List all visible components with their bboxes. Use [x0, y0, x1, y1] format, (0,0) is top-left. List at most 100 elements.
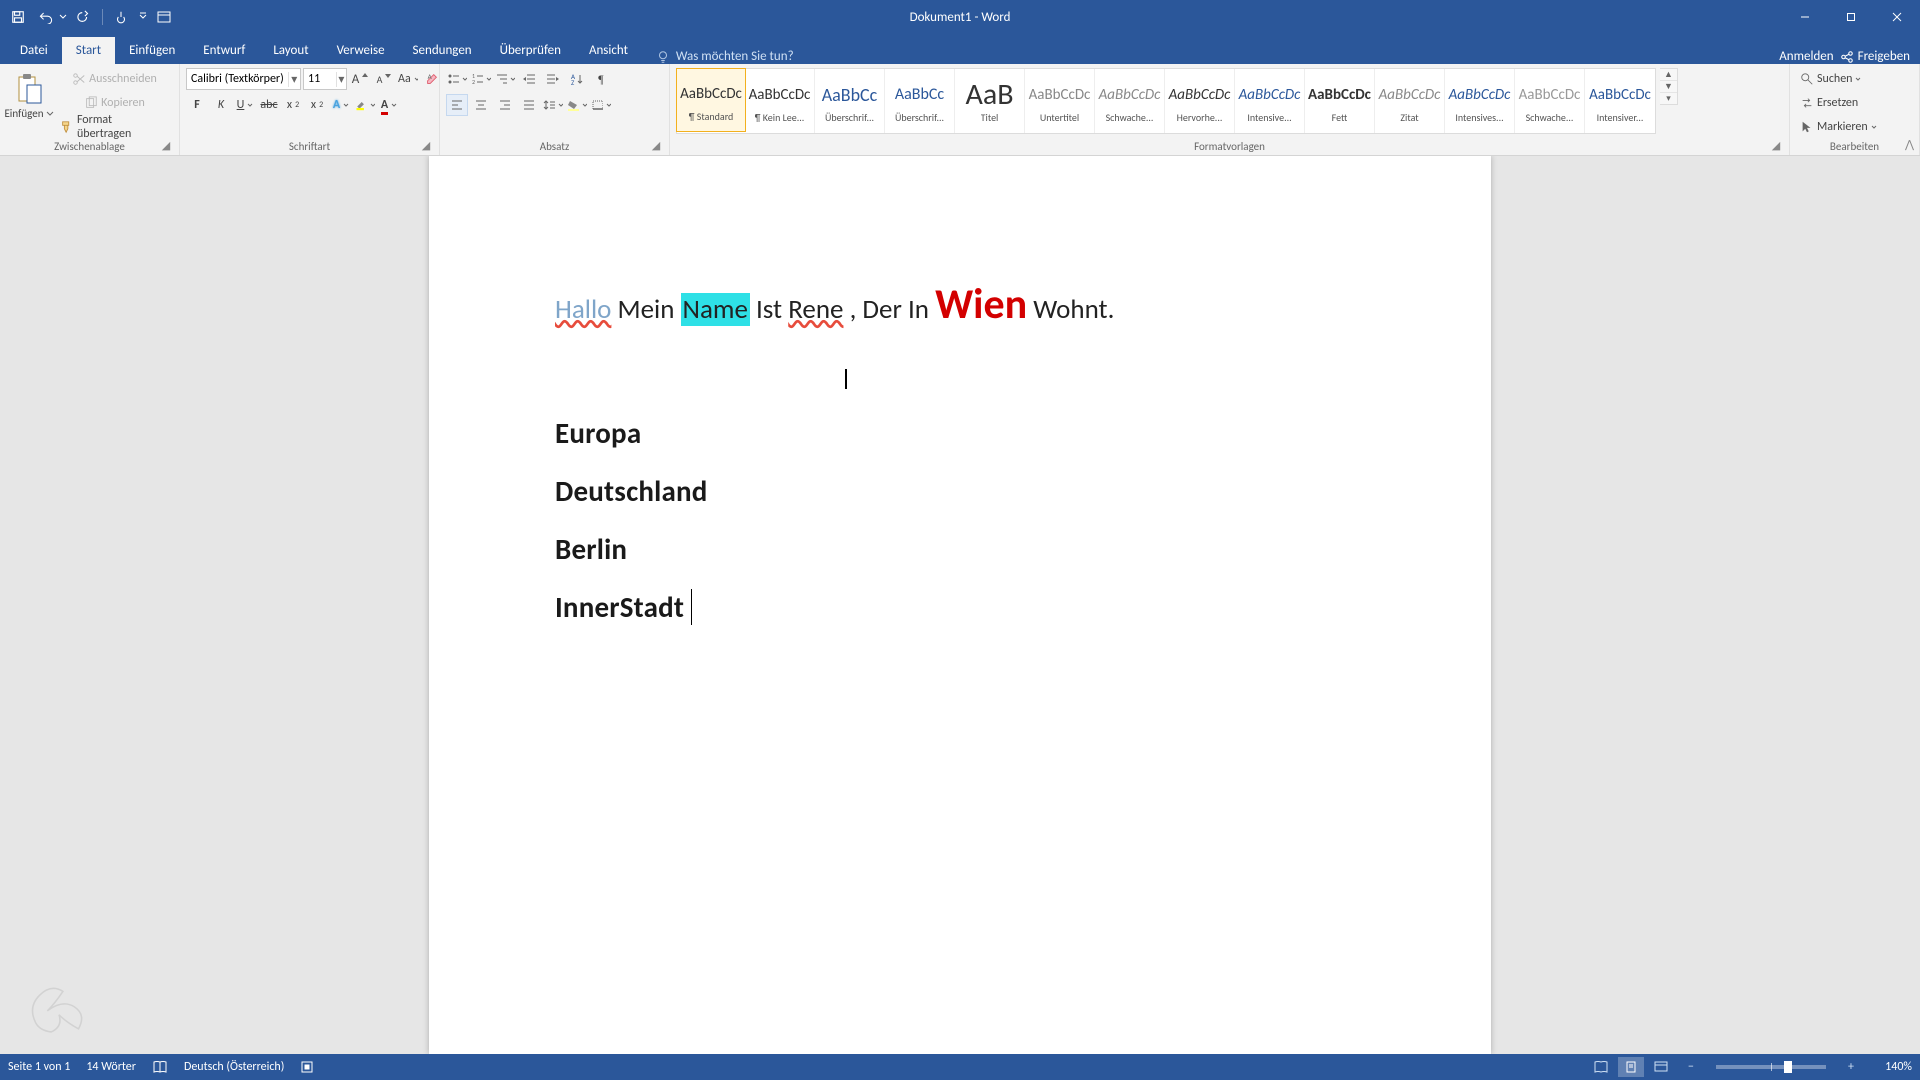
touch-mode-button[interactable] [109, 5, 133, 29]
document-workspace[interactable]: Hallo Mein Name Ist Rene , Der In Wien W… [0, 156, 1920, 1054]
font-dialog-launcher[interactable]: ◢ [419, 138, 433, 152]
style-item-2[interactable]: AaBbCcÜberschrif... [815, 69, 885, 133]
cut-button[interactable]: Ausschneiden [56, 68, 173, 90]
font-name-combo[interactable]: ▾ [186, 68, 301, 90]
style-scroll-down[interactable]: ▼ [1660, 81, 1677, 93]
grow-font-button[interactable]: A [349, 68, 371, 90]
shrink-font-button[interactable]: A [373, 68, 395, 90]
tab-mailings[interactable]: Sendungen [399, 37, 486, 64]
style-item-8[interactable]: AaBbCcDcIntensive... [1235, 69, 1305, 133]
maximize-button[interactable] [1828, 0, 1874, 34]
numbering-button[interactable]: 12 [470, 68, 492, 90]
sign-in-link[interactable]: Anmelden [1779, 49, 1833, 64]
text-effects-button[interactable]: A [330, 94, 352, 116]
sort-button[interactable]: AZ [566, 68, 588, 90]
tab-design[interactable]: Entwurf [189, 37, 259, 64]
show-marks-button[interactable]: ¶ [590, 68, 612, 90]
justify-button[interactable] [518, 94, 540, 116]
heading-europa[interactable]: Europa [555, 415, 1365, 451]
italic-button[interactable]: K [210, 94, 232, 116]
word-name-highlighted[interactable]: Name [681, 293, 750, 326]
align-right-button[interactable] [494, 94, 516, 116]
word-in[interactable]: In [908, 293, 929, 326]
style-item-11[interactable]: AaBbCcDcIntensives... [1445, 69, 1515, 133]
heading-innerstadt[interactable]: InnerStadt [555, 589, 1365, 625]
style-item-10[interactable]: AaBbCcDcZitat [1375, 69, 1445, 133]
font-name-input[interactable] [187, 69, 288, 89]
align-center-button[interactable] [470, 94, 492, 116]
style-item-12[interactable]: AaBbCcDcSchwache... [1515, 69, 1585, 133]
strikethrough-button[interactable]: abc [258, 94, 280, 116]
clipboard-dialog-launcher[interactable]: ◢ [159, 138, 173, 152]
format-painter-button[interactable]: Format übertragen [56, 116, 173, 138]
select-button[interactable]: Markieren [1796, 116, 1881, 138]
align-left-button[interactable] [446, 94, 468, 116]
paste-button[interactable]: Einfügen [6, 68, 52, 134]
style-item-0[interactable]: AaBbCcDc¶ Standard [676, 68, 746, 132]
increase-indent-button[interactable] [542, 68, 564, 90]
heading-berlin[interactable]: Berlin [555, 531, 1365, 567]
bold-button[interactable]: F [186, 94, 208, 116]
tab-layout[interactable]: Layout [259, 37, 322, 64]
redo-button[interactable] [72, 5, 96, 29]
undo-button[interactable] [34, 5, 58, 29]
tab-file[interactable]: Datei [6, 37, 62, 64]
font-color-button[interactable]: A [378, 94, 400, 116]
word-rene[interactable]: Rene [788, 293, 843, 326]
word-hallo[interactable]: Hallo [555, 293, 611, 326]
line-spacing-button[interactable] [542, 94, 564, 116]
decrease-indent-button[interactable] [518, 68, 540, 90]
style-item-1[interactable]: AaBbCcDc¶ Kein Lee... [745, 69, 815, 133]
heading-innerstadt-text[interactable]: InnerStadt [555, 589, 684, 625]
font-size-combo[interactable]: ▾ [303, 68, 347, 90]
minimize-button[interactable] [1782, 0, 1828, 34]
collapse-ribbon-button[interactable]: ⋀ [1905, 138, 1914, 151]
bullets-button[interactable] [446, 68, 468, 90]
status-proofing[interactable] [152, 1060, 168, 1074]
style-gallery-expand[interactable]: ▾ [1660, 93, 1677, 104]
chevron-down-icon[interactable]: ▾ [336, 72, 346, 87]
status-page[interactable]: Seite 1 von 1 [8, 1060, 70, 1074]
status-language[interactable]: Deutsch (Österreich) [184, 1060, 284, 1074]
zoom-out-button[interactable]: − [1678, 1057, 1704, 1077]
style-item-7[interactable]: AaBbCcDcHervorhe... [1165, 69, 1235, 133]
paragraph-dialog-launcher[interactable]: ◢ [649, 138, 663, 152]
view-web-layout[interactable] [1648, 1057, 1674, 1077]
close-button[interactable] [1874, 0, 1920, 34]
tab-home[interactable]: Start [62, 37, 115, 64]
save-button[interactable] [6, 5, 30, 29]
view-print-layout[interactable] [1618, 1057, 1644, 1077]
ribbon-display-options-button[interactable] [149, 0, 179, 34]
zoom-slider[interactable] [1716, 1065, 1826, 1069]
find-button[interactable]: Suchen [1796, 68, 1865, 90]
style-gallery[interactable]: AaBbCcDc¶ StandardAaBbCcDc¶ Kein Lee...A… [676, 68, 1656, 134]
zoom-in-button[interactable]: + [1838, 1057, 1864, 1077]
superscript-button[interactable]: x2 [306, 94, 328, 116]
shading-button[interactable] [566, 94, 588, 116]
subscript-button[interactable]: x2 [282, 94, 304, 116]
heading-deutschland[interactable]: Deutschland [555, 473, 1365, 509]
change-case-button[interactable]: Aa [397, 68, 419, 90]
style-item-9[interactable]: AaBbCcDcFett [1305, 69, 1375, 133]
undo-dropdown[interactable] [58, 5, 68, 29]
style-item-5[interactable]: AaBbCcDcUntertitel [1025, 69, 1095, 133]
chevron-down-icon[interactable]: ▾ [288, 72, 300, 87]
status-word-count[interactable]: 14 Wörter [86, 1060, 136, 1074]
share-button[interactable]: Freigeben [1840, 49, 1910, 64]
tab-insert[interactable]: Einfügen [115, 37, 189, 64]
copy-button[interactable]: Kopieren [56, 92, 173, 114]
tab-view[interactable]: Ansicht [575, 37, 642, 64]
underline-button[interactable]: U [234, 94, 256, 116]
tab-references[interactable]: Verweise [323, 37, 399, 64]
multilevel-list-button[interactable] [494, 68, 516, 90]
styles-dialog-launcher[interactable]: ◢ [1769, 138, 1783, 152]
comma[interactable]: , [843, 293, 856, 326]
style-item-4[interactable]: AaBTitel [955, 69, 1025, 133]
word-wohnt[interactable]: Wohnt. [1033, 293, 1114, 326]
style-scroll-up[interactable]: ▲ [1660, 69, 1677, 81]
view-read-mode[interactable] [1588, 1057, 1614, 1077]
word-mein[interactable]: Mein [618, 293, 675, 326]
status-macro[interactable] [300, 1060, 314, 1074]
style-item-6[interactable]: AaBbCcDcSchwache... [1095, 69, 1165, 133]
paragraph-1[interactable]: Hallo Mein Name Ist Rene , Der In Wien W… [555, 276, 1365, 335]
